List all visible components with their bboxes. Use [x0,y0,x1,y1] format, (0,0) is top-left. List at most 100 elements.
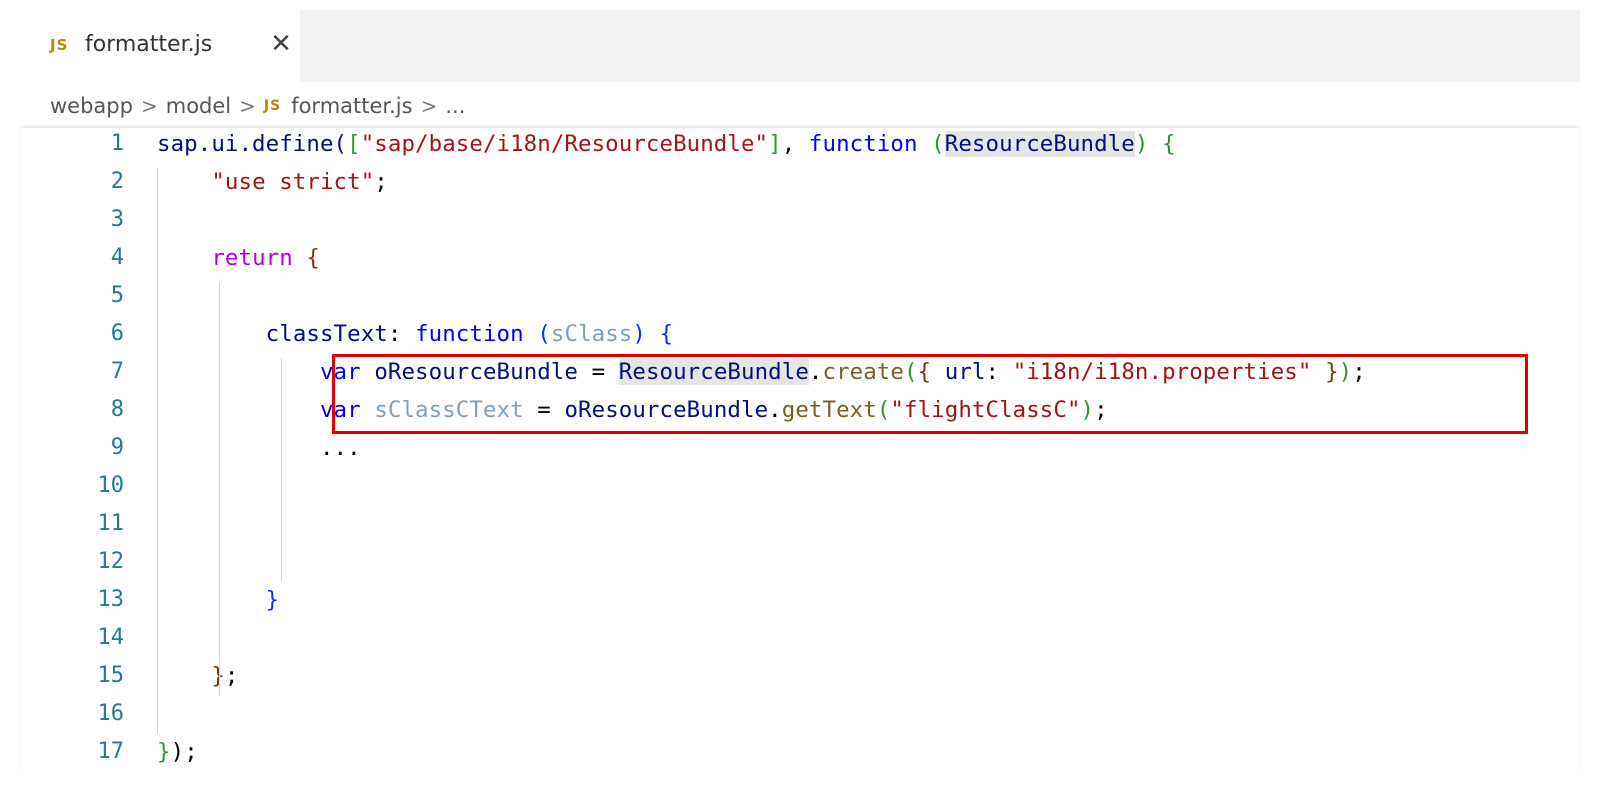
line-number: 4 [110,245,124,270]
code-token: oResourceBundle [564,397,769,423]
code-token: ) [632,321,646,347]
code-token: , [781,131,809,157]
code-token: } [157,739,171,765]
code-token: { [1162,131,1176,157]
tab-formatter-js[interactable]: JS formatter.js ✕ [20,10,300,82]
line-number: 14 [97,625,125,650]
close-icon[interactable]: ✕ [266,29,296,59]
code-text: ... [157,435,361,461]
code-token: ) [170,739,185,765]
code-token: ) [1134,131,1149,157]
code-token: [ [347,131,361,157]
code-token: ) [1338,359,1353,385]
code-token: ResourceBundle [944,131,1135,157]
line-number: 17 [97,739,125,764]
code-text: classText: function (sClass) { [157,321,673,347]
code-token: "flightClassC" [890,397,1081,423]
code-token: function [808,131,918,157]
line-number: 1 [110,131,124,156]
code-line[interactable]: 16 [20,698,1560,736]
code-line[interactable]: 8 var sClassCText = oResourceBundle.getT… [20,394,1560,432]
code-token: create [822,359,904,385]
code-line[interactable]: 13 } [20,584,1560,622]
code-token: oResourceBundle [374,359,579,385]
code-line[interactable]: 3 [20,204,1560,242]
code-token: classText [265,321,388,347]
code-text: var oResourceBundle = ResourceBundle.cre… [157,359,1366,385]
breadcrumb: webapp > model > JS formatter.js > ... [50,88,465,124]
code-token: ] [768,131,782,157]
code-token: sClass [550,321,633,347]
code-token: } [1325,359,1339,385]
code-line[interactable]: 4 return { [20,242,1560,280]
code-token: var [319,359,361,385]
code-token: url [944,359,986,385]
code-token: ; [374,169,388,195]
line-number: 10 [97,473,125,498]
indent-guide [281,358,282,582]
code-token: { [306,245,320,271]
line-number: 13 [97,587,125,612]
code-line[interactable]: 1 sap.ui.define(["sap/base/i18n/ResourceB… [20,128,1560,166]
javascript-file-icon: JS [263,98,282,114]
breadcrumb-item-model[interactable]: model [166,94,231,118]
code-token: = [523,397,565,423]
code-token: ( [537,321,551,347]
indent-guide [219,282,220,696]
tab-bar: JS formatter.js ✕ [20,10,1580,82]
breadcrumb-item-webapp[interactable]: webapp [50,94,133,118]
code-text: "use strict"; [157,169,388,195]
line-number: 2 [110,169,124,194]
line-number: 16 [97,701,125,726]
code-token: ; [224,663,239,689]
code-token: } [265,587,280,613]
code-token: . [768,397,782,423]
code-token: ResourceBundle [618,359,809,385]
code-line[interactable]: 12 [20,546,1560,584]
code-text: var sClassCText = oResourceBundle.getTex… [157,397,1108,423]
breadcrumb-item-file[interactable]: formatter.js [291,94,412,118]
code-token: : [387,321,416,347]
code-token: ; [184,739,198,765]
code-token: return [211,245,293,271]
line-number: 9 [110,435,124,460]
code-text: return { [157,245,320,271]
code-line[interactable]: 2 "use strict"; [20,166,1560,204]
chevron-right-icon: > [420,94,438,118]
code-token: "sap/base/i18n/ResourceBundle" [360,131,769,157]
indent-guide [157,168,158,734]
code-line[interactable]: 7 var oResourceBundle = ResourceBundle.c… [20,356,1560,394]
code-token: ( [931,131,945,157]
breadcrumb-item-symbols[interactable]: ... [445,94,465,118]
code-line[interactable]: 6 classText: function (sClass) { [20,318,1560,356]
code-line[interactable]: 10 [20,470,1560,508]
code-text: sap.ui.define(["sap/base/i18n/ResourceBu… [157,131,1176,157]
line-number: 7 [110,359,124,384]
code-editor[interactable]: 1 sap.ui.define(["sap/base/i18n/ResourceB… [20,128,1580,778]
tab-label: formatter.js [85,32,213,57]
code-line[interactable]: 11 [20,508,1560,546]
code-token: : [985,359,1013,385]
line-number: 8 [110,397,124,422]
code-line[interactable]: 17}); [20,736,1560,774]
code-token: ... [319,435,361,461]
code-token: function [415,321,524,347]
code-line[interactable]: 9 ... [20,432,1560,470]
code-token: . [808,359,823,385]
code-line[interactable]: 5 [20,280,1560,318]
code-token: sap.ui.define( [157,131,348,157]
line-number: 15 [97,663,125,688]
code-line[interactable]: 14 [20,622,1560,660]
code-line[interactable]: 15 }; [20,660,1560,698]
